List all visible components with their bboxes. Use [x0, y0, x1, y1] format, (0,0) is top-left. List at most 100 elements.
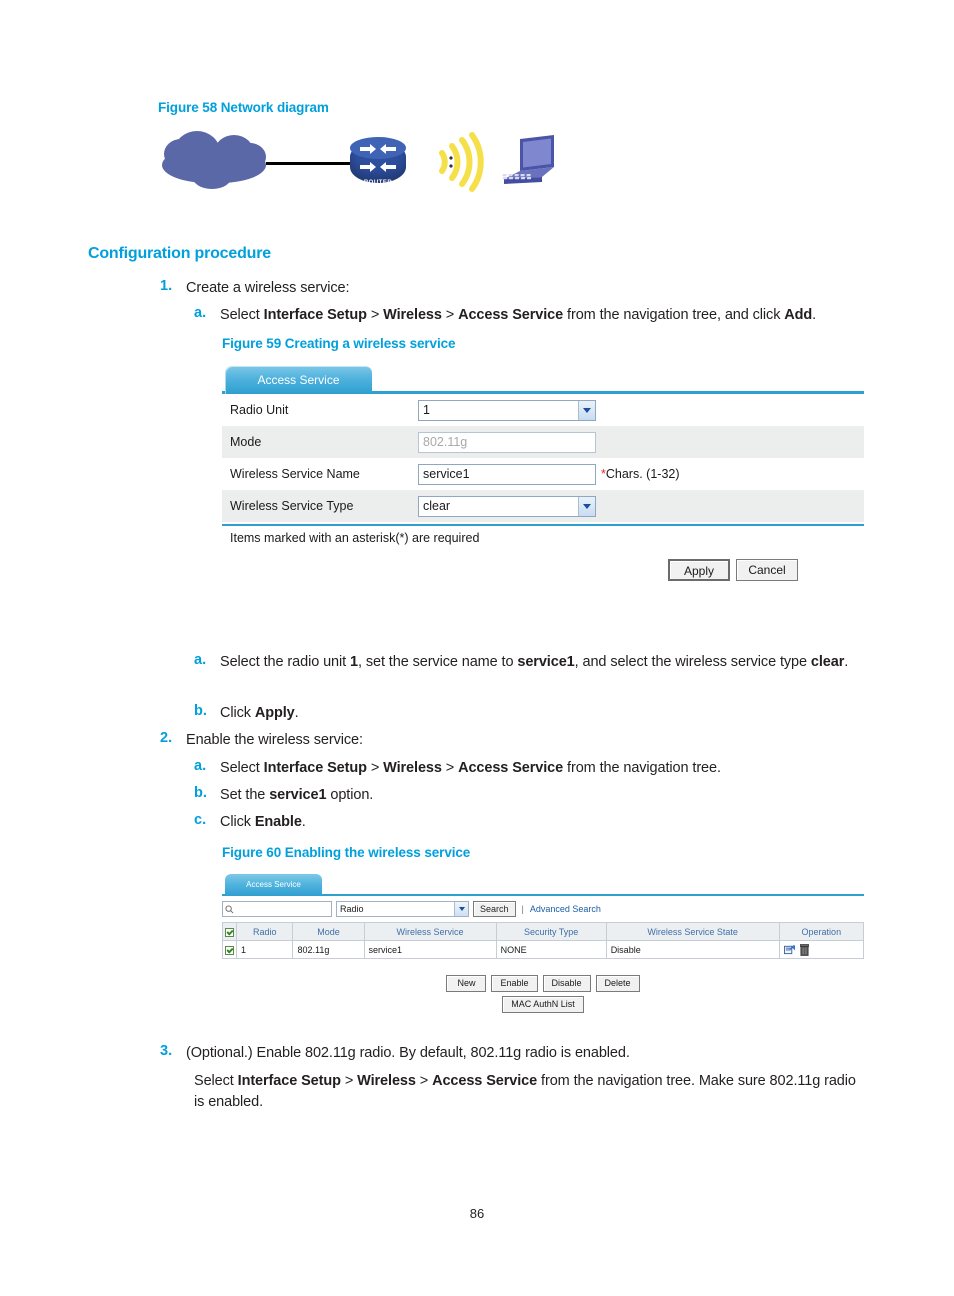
- search-button[interactable]: Search: [473, 900, 516, 917]
- network-diagram: ROUTER: [150, 125, 570, 205]
- step-2c: c. Click Enable.: [194, 812, 870, 833]
- select-all-checkbox-cell[interactable]: [222, 922, 237, 941]
- cell-mode: 802.11g: [292, 940, 365, 959]
- column-header-mode: Mode: [292, 922, 365, 941]
- radio-unit-select[interactable]: 1: [418, 399, 596, 421]
- chevron-down-icon[interactable]: [578, 496, 595, 516]
- step-1a: a. Select Interface Setup > Wireless > A…: [194, 305, 874, 326]
- step-text: Click Enable.: [220, 814, 306, 830]
- step-2b: b. Set the service1 option.: [194, 785, 870, 806]
- select-all-checkbox[interactable]: [225, 927, 234, 937]
- row-checkbox[interactable]: [225, 945, 234, 955]
- search-field-value: Radio: [340, 903, 364, 914]
- disable-button[interactable]: Disable: [542, 975, 591, 992]
- column-header-radio: Radio: [235, 922, 294, 941]
- step-3-paragraph: Select Interface Setup > Wireless > Acce…: [194, 1073, 856, 1111]
- step-text: Set the service1 option.: [220, 787, 374, 803]
- cell-security-type: NONE: [495, 940, 607, 959]
- step-3: 3. (Optional.) Enable 802.11g radio. By …: [160, 1043, 870, 1064]
- list-button-row-2: MAC AuthN List: [222, 992, 864, 1013]
- step-marker: a.: [194, 652, 207, 668]
- mac-authn-list-button[interactable]: MAC AuthN List: [502, 996, 584, 1013]
- step-1: 1. Create a wireless service:: [160, 278, 860, 299]
- column-header-operation: Operation: [778, 922, 865, 941]
- step-marker: c.: [194, 812, 207, 828]
- field-label: Mode: [230, 435, 262, 449]
- search-bar: Radio Search | Advanced Search: [222, 896, 864, 918]
- step-marker: 2.: [160, 730, 173, 746]
- access-service-list-panel: Access Service Radio Search | Advanced S…: [222, 874, 865, 1013]
- cell-radio: 1: [235, 940, 294, 959]
- tab-bar: Access Service: [222, 874, 864, 896]
- step-marker: 1.: [160, 278, 173, 294]
- mode-input: 802.11g: [418, 431, 596, 453]
- tab-access-service[interactable]: Access Service: [225, 366, 372, 394]
- column-header-wireless-service: Wireless Service: [363, 922, 497, 941]
- magnifier-icon: [225, 904, 234, 913]
- search-input[interactable]: [222, 900, 332, 917]
- figure-59-caption: Figure 59 Creating a wireless service: [222, 336, 456, 351]
- field-label: Radio Unit: [230, 403, 289, 417]
- step-text: Create a wireless service:: [186, 280, 350, 296]
- table-row: 1 802.11g service1 NONE Disable: [222, 940, 865, 959]
- chars-hint: Chars. (1-32): [605, 467, 680, 481]
- apply-button[interactable]: Apply: [668, 559, 730, 581]
- router-icon: ROUTER: [350, 137, 406, 189]
- radio-unit-value: 1: [423, 402, 430, 417]
- column-header-security-type: Security Type: [495, 922, 607, 941]
- step-text: (Optional.) Enable 802.11g radio. By def…: [186, 1045, 630, 1061]
- form-row-wireless-service-type: Wireless Service Type clear: [222, 490, 864, 522]
- step-marker: b.: [194, 703, 207, 719]
- laptop-icon: [498, 133, 560, 191]
- step-2: 2. Enable the wireless service:: [160, 730, 860, 751]
- step-text: Enable the wireless service:: [186, 732, 363, 748]
- link-line: [266, 162, 356, 165]
- new-button[interactable]: New: [446, 975, 487, 992]
- document-page: Figure 58 Network diagram ROUTER Configu…: [0, 0, 954, 1296]
- field-label: Wireless Service Type: [230, 499, 354, 513]
- figure-58-caption: Figure 58 Network diagram: [158, 100, 329, 115]
- form-row-radio-unit: Radio Unit 1: [222, 394, 864, 426]
- section-heading: Configuration procedure: [88, 245, 271, 262]
- chevron-down-icon[interactable]: [454, 901, 468, 916]
- cell-operation: [778, 940, 865, 959]
- wireless-service-type-value: clear: [423, 498, 451, 513]
- advanced-search-link[interactable]: Advanced Search: [530, 904, 601, 914]
- divider: |: [521, 903, 524, 914]
- delete-button[interactable]: Delete: [595, 975, 640, 992]
- required-note: Items marked with an asterisk(*) are req…: [230, 531, 480, 545]
- field-label: Wireless Service Name: [230, 467, 360, 481]
- cell-wireless-service: service1: [363, 940, 497, 959]
- step-marker: a.: [194, 305, 207, 321]
- access-service-create-form: Access Service Radio Unit 1 Mode 802.11g…: [222, 366, 864, 581]
- cell-wireless-service-state: Disable: [605, 940, 780, 959]
- wireless-service-type-select[interactable]: clear: [418, 495, 596, 517]
- row-checkbox-cell[interactable]: [222, 940, 237, 959]
- cancel-button[interactable]: Cancel: [736, 559, 798, 581]
- tab-bar: Access Service: [222, 366, 864, 394]
- list-button-row: New Enable Disable Delete: [222, 959, 864, 992]
- enable-button[interactable]: Enable: [491, 975, 538, 992]
- form-button-row: Apply Cancel: [222, 545, 864, 581]
- step-1c: b. Click Apply.: [194, 703, 870, 724]
- wireless-signal-icon: [428, 131, 484, 193]
- step-marker: a.: [194, 758, 207, 774]
- form-row-wireless-service-name: Wireless Service Name service1 * Chars. …: [222, 458, 864, 490]
- tab-access-service[interactable]: Access Service: [225, 874, 322, 896]
- page-number: 86: [469, 1206, 485, 1221]
- form-row-mode: Mode 802.11g: [222, 426, 864, 458]
- router-label: ROUTER: [363, 180, 393, 186]
- figure-60-caption: Figure 60 Enabling the wireless service: [222, 845, 471, 860]
- wireless-service-name-input[interactable]: service1: [418, 463, 596, 485]
- edit-icon[interactable]: [783, 944, 795, 955]
- delete-icon[interactable]: [799, 943, 809, 956]
- column-header-wireless-service-state: Wireless Service State: [605, 922, 780, 941]
- search-field-select[interactable]: Radio: [336, 900, 469, 917]
- table-header-row: Radio Mode Wireless Service Security Typ…: [222, 922, 865, 941]
- step-text: Select Interface Setup > Wireless > Acce…: [220, 760, 721, 776]
- chevron-down-icon[interactable]: [578, 400, 595, 420]
- network-cloud-icon: [162, 131, 270, 193]
- step-text: Click Apply.: [220, 705, 299, 721]
- step-text: Select Interface Setup > Wireless > Acce…: [220, 307, 817, 323]
- step-text: Select the radio unit 1, set the service…: [220, 654, 849, 670]
